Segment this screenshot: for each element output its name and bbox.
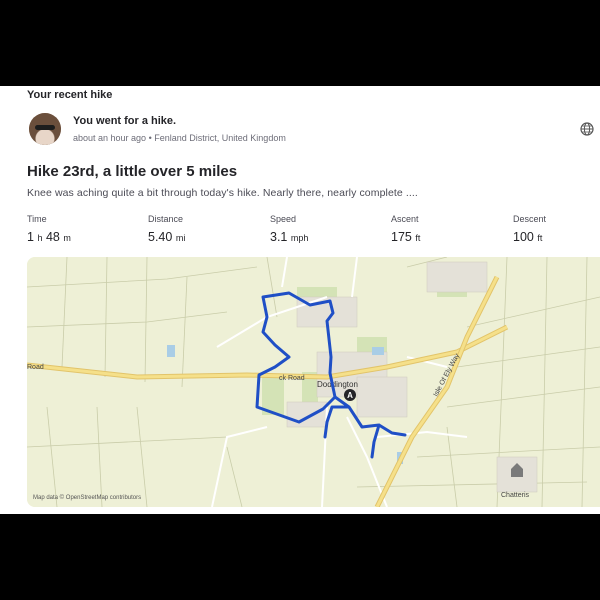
stat-label: Speed [270,214,297,224]
route-map[interactable]: Road ck Road Doddington Isle Of Ely Way … [27,257,600,507]
stat-speed: Speed 3.1 mph [270,214,308,244]
stat-ascent: Ascent 175 ft [391,214,420,244]
hike-card: Your recent hike You went for a hike. ab… [0,86,600,514]
stat-value: 175 ft [391,230,421,244]
road-label-mid: ck Road [279,375,305,382]
stat-value: 100 ft [513,230,543,244]
svg-text:A: A [347,391,353,400]
stat-value: 5.40 mi [148,230,186,244]
town-label: Doddington [317,380,358,389]
globe-icon[interactable] [580,122,594,136]
activity-meta: about an hour ago • Fenland District, Un… [73,133,286,143]
map-attribution[interactable]: Map data © OpenStreetMap contributors [33,495,141,501]
map-canvas[interactable]: Road ck Road Doddington Isle Of Ely Way … [27,257,600,507]
avatar-sunglasses [35,125,55,130]
road-label-left: Road [27,364,44,371]
stat-label: Descent [513,214,547,224]
activity-time: about an hour ago [73,133,147,143]
activity-location: Fenland District, United Kingdom [154,133,286,143]
stat-descent: Descent 100 ft [513,214,546,244]
start-marker[interactable]: A [344,389,356,401]
stat-label: Ascent [391,214,419,224]
avatar[interactable] [29,113,61,145]
village-label: Chatteris [501,492,530,499]
meta-separator: • [148,133,152,143]
stat-value: 1 h 48 m [27,230,71,244]
stat-label: Distance [148,214,184,224]
hike-title[interactable]: Hike 23rd, a little over 5 miles [27,163,237,180]
stat-value: 3.1 mph [270,230,309,244]
hike-description: Knee was aching quite a bit through toda… [27,187,418,199]
section-title: Your recent hike [27,89,113,101]
activity-title[interactable]: You went for a hike. [73,115,176,127]
stat-time: Time 1 h 48 m [27,214,71,244]
stat-label: Time [27,214,47,224]
stat-distance: Distance 5.40 mi [148,214,185,244]
